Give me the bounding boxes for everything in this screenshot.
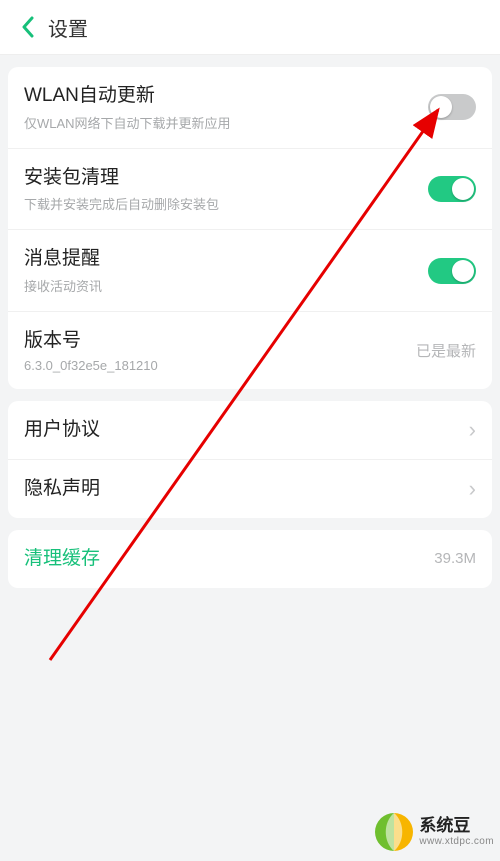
row-title: WLAN自动更新 [24, 83, 428, 109]
row-text: 用户协议 [24, 417, 463, 443]
row-title: 用户协议 [24, 417, 463, 443]
watermark-url: www.xtdpc.com [419, 836, 494, 847]
row-subtitle: 6.3.0_0f32e5e_181210 [24, 358, 416, 373]
watermark-logo-icon [373, 811, 415, 853]
row-subtitle: 仅WLAN网络下自动下载并更新应用 [24, 113, 428, 132]
row-title: 版本号 [24, 328, 416, 354]
row-title: 隐私声明 [24, 476, 463, 502]
row-text: 隐私声明 [24, 476, 463, 502]
toggle-wlan-update[interactable] [428, 94, 476, 120]
back-button[interactable] [12, 11, 44, 43]
chevron-right-icon: › [469, 476, 476, 502]
row-text: 消息提醒 接收活动资讯 [24, 246, 428, 295]
chevron-right-icon: › [469, 417, 476, 443]
page-title: 设置 [48, 13, 88, 42]
row-user-agreement[interactable]: 用户协议 › [8, 401, 492, 459]
row-pkg-clean[interactable]: 安装包清理 下载并安装完成后自动删除安装包 [8, 148, 492, 230]
row-title: 清理缓存 [24, 546, 434, 572]
watermark-name: 系统豆 [419, 817, 494, 836]
toggle-pkg-clean[interactable] [428, 176, 476, 202]
row-text: WLAN自动更新 仅WLAN网络下自动下载并更新应用 [24, 83, 428, 132]
row-version[interactable]: 版本号 6.3.0_0f32e5e_181210 已是最新 [8, 311, 492, 389]
toggle-msg-notify[interactable] [428, 258, 476, 284]
watermark: 系统豆 www.xtdpc.com [373, 811, 494, 853]
row-text: 版本号 6.3.0_0f32e5e_181210 [24, 328, 416, 373]
row-text: 清理缓存 [24, 546, 434, 572]
row-privacy[interactable]: 隐私声明 › [8, 459, 492, 518]
row-title: 安装包清理 [24, 165, 428, 191]
row-msg-notify[interactable]: 消息提醒 接收活动资讯 [8, 229, 492, 311]
cache-size: 39.3M [434, 550, 476, 567]
row-wlan-update[interactable]: WLAN自动更新 仅WLAN网络下自动下载并更新应用 [8, 67, 492, 148]
row-clear-cache[interactable]: 清理缓存 39.3M [8, 530, 492, 588]
watermark-text: 系统豆 www.xtdpc.com [419, 817, 494, 847]
settings-section-2: 用户协议 › 隐私声明 › [8, 401, 492, 518]
version-status: 已是最新 [416, 340, 476, 361]
settings-section-1: WLAN自动更新 仅WLAN网络下自动下载并更新应用 安装包清理 下载并安装完成… [8, 67, 492, 389]
row-subtitle: 接收活动资讯 [24, 276, 428, 295]
row-title: 消息提醒 [24, 246, 428, 272]
settings-section-3: 清理缓存 39.3M [8, 530, 492, 588]
row-subtitle: 下载并安装完成后自动删除安装包 [24, 194, 428, 213]
chevron-left-icon [21, 16, 35, 38]
row-text: 安装包清理 下载并安装完成后自动删除安装包 [24, 165, 428, 214]
header: 设置 [0, 0, 500, 55]
